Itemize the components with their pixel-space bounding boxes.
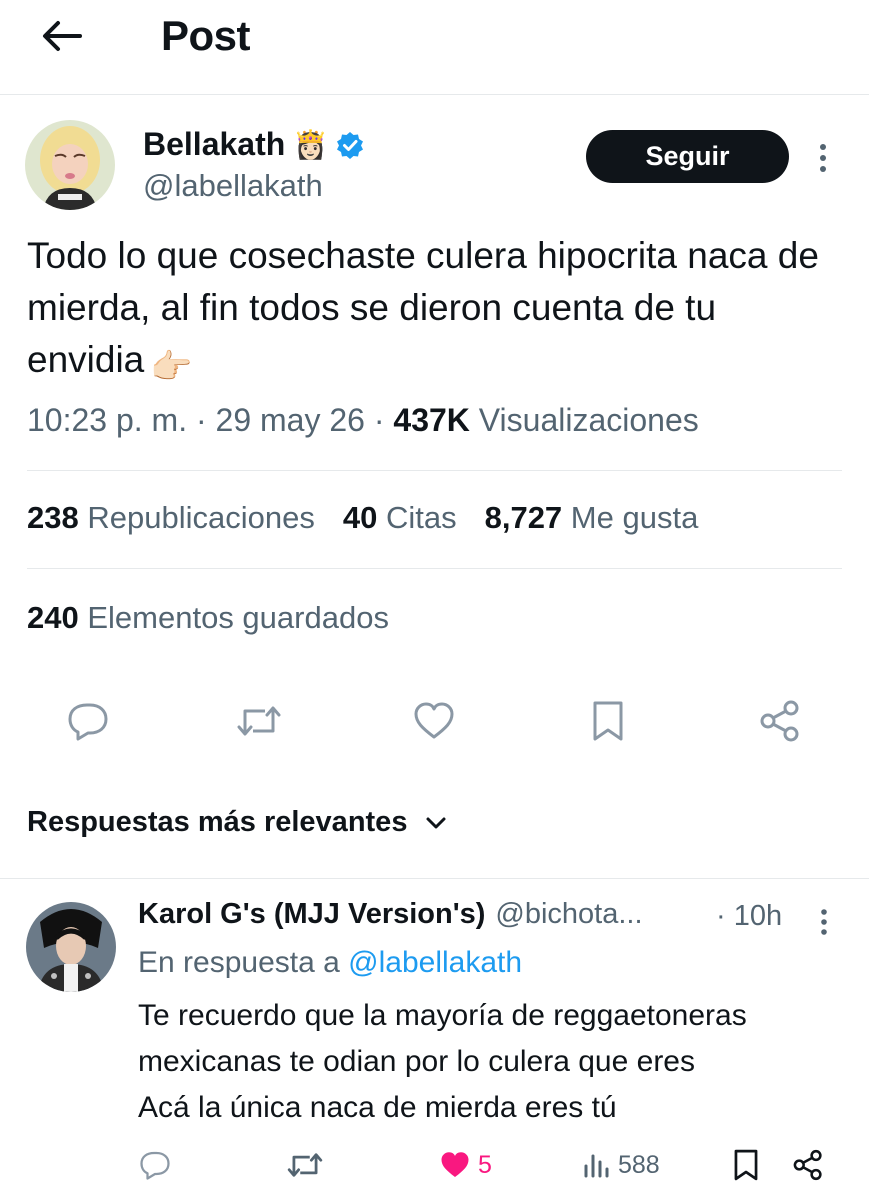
replies-sort-dropdown[interactable]: Respuestas más relevantes xyxy=(27,806,447,839)
reply-repost-button[interactable] xyxy=(286,1142,324,1188)
bookmark-button[interactable] xyxy=(580,693,636,749)
saved-count: 240 xyxy=(27,600,79,635)
repost-button[interactable] xyxy=(231,693,287,749)
post-text-body: Todo lo que cosechaste culera hipocrita … xyxy=(27,235,819,380)
heart-icon xyxy=(414,702,454,739)
reply-context: En respuesta a @labellakath xyxy=(138,946,522,980)
repost-icon xyxy=(287,1153,323,1177)
post-date[interactable]: 29 may 26 xyxy=(216,402,365,438)
bookmark-icon xyxy=(734,1149,758,1181)
divider xyxy=(0,878,869,879)
reply-text-line: mexicanas te odian por lo culera que ere… xyxy=(138,1045,695,1078)
likes-count: 8,727 xyxy=(484,500,563,535)
reply-text-line: Acá la única naca de mierda eres tú xyxy=(138,1091,617,1124)
reposts-label: Republicaciones xyxy=(87,500,315,535)
reply-item[interactable]: Karol G's (MJJ Version's) @bichota... · … xyxy=(0,880,869,1200)
arrow-left-icon xyxy=(43,21,82,51)
reposts-count: 238 xyxy=(27,500,79,535)
back-button[interactable] xyxy=(40,14,84,58)
reply-more-button[interactable] xyxy=(812,904,836,940)
quotes-count: 40 xyxy=(342,500,378,535)
post-stats: 238 Republicaciones 40 Citas 8,727 Me gu… xyxy=(27,500,698,536)
reply-like-button[interactable]: 5 xyxy=(438,1142,492,1188)
avatar[interactable] xyxy=(25,120,115,210)
page-title: Post xyxy=(161,12,251,59)
pointing-hand-emoji: 👉🏻 xyxy=(150,348,193,386)
repost-icon xyxy=(237,706,281,736)
reply-author-name[interactable]: Karol G's (MJJ Version's) xyxy=(138,898,485,931)
chevron-down-icon xyxy=(426,817,446,828)
views-icon xyxy=(584,1154,609,1178)
reply-icon xyxy=(140,1151,170,1180)
divider xyxy=(27,470,842,471)
reply-views-count: 588 xyxy=(618,1150,660,1179)
reply-action-bar: 5 588 xyxy=(0,1142,869,1188)
post-text: Todo lo que cosechaste culera hipocrita … xyxy=(27,230,827,393)
reply-time[interactable]: · 10h xyxy=(716,900,782,933)
reply-text: Te recuerdo que la mayoría de reggaetone… xyxy=(138,993,858,1131)
divider xyxy=(27,568,842,569)
reply-views-button[interactable]: 588 xyxy=(582,1142,660,1188)
more-vertical-icon xyxy=(820,144,826,172)
like-button[interactable] xyxy=(406,693,462,749)
saved-stat[interactable]: 240 Elementos guardados xyxy=(27,600,389,636)
more-vertical-icon xyxy=(821,909,827,935)
share-button[interactable] xyxy=(752,693,808,749)
author-handle[interactable]: @labellakath xyxy=(143,168,323,204)
likes-label: Me gusta xyxy=(570,500,699,535)
post-time[interactable]: 10:23 p. m. xyxy=(27,402,187,438)
verified-badge-icon xyxy=(337,131,364,159)
reply-icon xyxy=(68,703,108,741)
reply-button[interactable] xyxy=(60,693,116,749)
crown-princess-emoji: 👸🏻 xyxy=(293,129,329,160)
heart-icon xyxy=(441,1152,469,1177)
meta-separator: · xyxy=(195,402,216,438)
views-count[interactable]: 437K xyxy=(393,402,470,438)
share-icon xyxy=(793,1149,822,1181)
reply-to-mention[interactable]: @labellakath xyxy=(348,946,522,979)
replies-sort-label: Respuestas más relevantes xyxy=(27,806,408,838)
reply-share-button[interactable] xyxy=(792,1142,824,1188)
meta-separator: · xyxy=(373,402,394,438)
likes-stat[interactable]: 8,727 Me gusta xyxy=(485,500,699,536)
saved-label: Elementos guardados xyxy=(87,600,389,635)
post-more-button[interactable] xyxy=(811,140,835,176)
reposts-stat[interactable]: 238 Republicaciones xyxy=(27,500,315,536)
views-label: Visualizaciones xyxy=(478,402,699,438)
reply-to-label: En respuesta a xyxy=(138,946,340,979)
reply-header: Karol G's (MJJ Version's) @bichota... xyxy=(138,898,643,931)
reply-text-line: Te recuerdo que la mayoría de reggaetone… xyxy=(138,999,747,1032)
follow-button[interactable]: Seguir xyxy=(586,130,789,183)
post-meta: 10:23 p. m. · 29 may 26 · 437K Visualiza… xyxy=(27,402,699,439)
quotes-label: Citas xyxy=(385,500,457,535)
reply-likes-count: 5 xyxy=(478,1150,492,1179)
reply-author-handle[interactable]: @bichota... xyxy=(495,898,642,931)
share-icon xyxy=(760,700,799,742)
reply-reply-button[interactable] xyxy=(138,1142,172,1188)
avatar[interactable] xyxy=(26,902,116,992)
author-name-text: Bellakath xyxy=(143,126,286,162)
quotes-stat[interactable]: 40 Citas xyxy=(343,500,457,536)
top-bar: Post xyxy=(0,0,869,95)
post-action-bar xyxy=(0,693,869,749)
bookmark-icon xyxy=(593,701,623,741)
reply-bookmark-button[interactable] xyxy=(732,1142,760,1188)
post-author: Bellakath 👸🏻 @labellakath Seguir xyxy=(25,120,845,215)
author-name[interactable]: Bellakath 👸🏻 xyxy=(143,126,364,163)
